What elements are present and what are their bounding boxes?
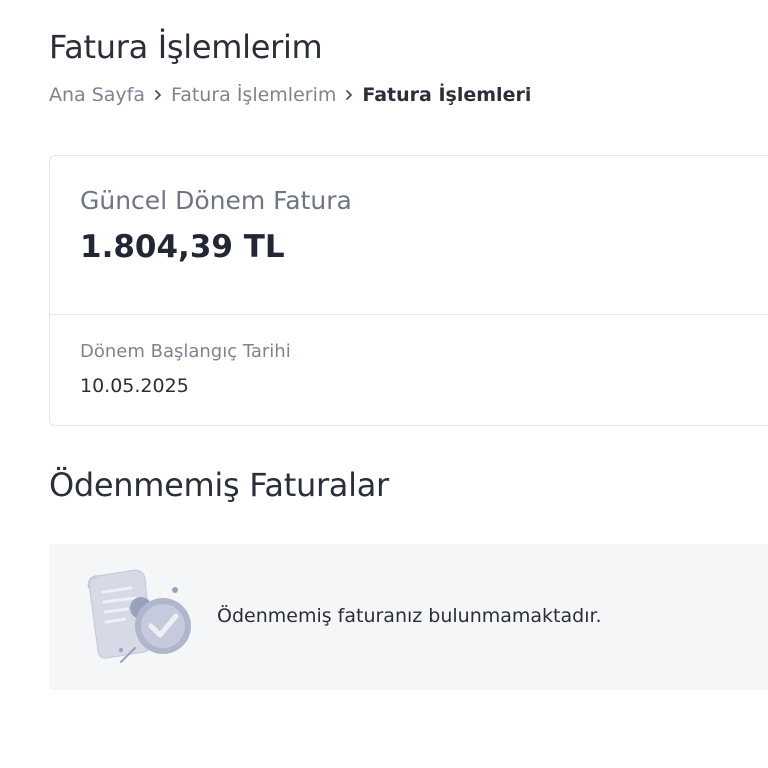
chevron-right-icon — [145, 89, 171, 101]
current-invoice-card: Güncel Dönem Fatura 1.804,39 TL Dönem Ba… — [49, 155, 768, 426]
breadcrumb-invoice-operations-link[interactable]: Fatura İşlemlerim — [171, 84, 336, 106]
unpaid-invoices-empty-state: Ödenmemiş faturanız bulunmamaktadır. — [49, 544, 768, 690]
current-invoice-summary: Güncel Dönem Fatura 1.804,39 TL — [50, 156, 768, 315]
invoice-paid-illustration-icon — [77, 562, 195, 674]
breadcrumb-current: Fatura İşlemleri — [362, 84, 532, 106]
period-start-value: 10.05.2025 — [80, 375, 189, 397]
current-invoice-label: Güncel Dönem Fatura — [80, 186, 352, 215]
breadcrumb-home-link[interactable]: Ana Sayfa — [49, 84, 145, 106]
unpaid-invoices-title: Ödenmemiş Faturalar — [49, 466, 389, 504]
breadcrumb: Ana Sayfa Fatura İşlemlerim Fatura İşlem… — [49, 84, 531, 106]
period-start-label: Dönem Başlangıç Tarihi — [80, 341, 291, 362]
unpaid-invoices-empty-message: Ödenmemiş faturanız bulunmamaktadır. — [217, 605, 602, 627]
page: Fatura İşlemlerim Ana Sayfa Fatura İşlem… — [0, 0, 768, 768]
current-invoice-amount: 1.804,39 TL — [80, 229, 285, 265]
page-title: Fatura İşlemlerim — [49, 28, 323, 66]
chevron-right-icon — [336, 89, 362, 101]
